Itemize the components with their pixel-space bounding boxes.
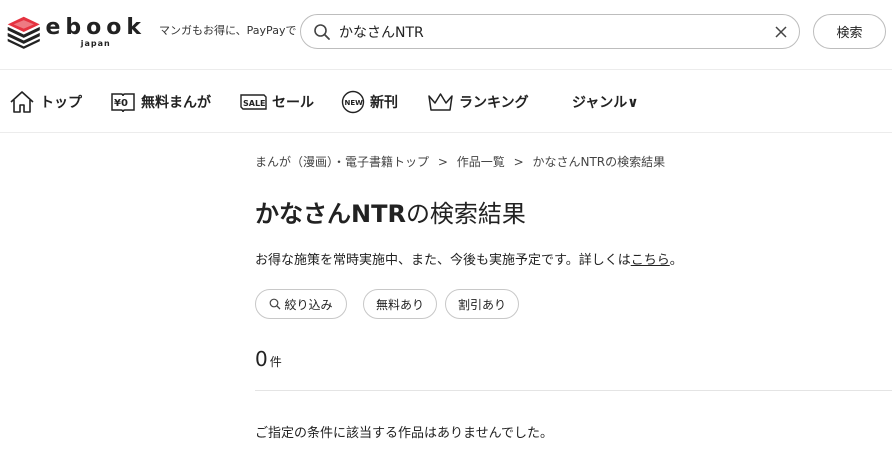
search-input[interactable] xyxy=(339,15,759,48)
clear-icon[interactable] xyxy=(773,24,789,40)
free-yen-icon: ¥0 xyxy=(111,93,135,113)
nav-item-top[interactable]: トップ xyxy=(9,89,82,115)
notice-link[interactable]: こちら xyxy=(631,253,670,268)
nav-label-sale: セール xyxy=(272,95,314,111)
sale-icon: SALE xyxy=(240,94,267,110)
search-icon xyxy=(270,298,281,310)
svg-text:¥0: ¥0 xyxy=(114,98,128,109)
notice-end: 。 xyxy=(669,253,683,268)
tagline: マンガもお得に、PayPayで xyxy=(159,24,297,37)
free-filter-chip[interactable]: 無料あり xyxy=(363,289,437,319)
crown-icon xyxy=(428,93,453,111)
breadcrumb: まんが（漫画）・電子書籍トップ > 作品一覧 > かなさんNTRの検索結果 xyxy=(255,153,665,170)
page-title: かなさんNTRの検索結果 xyxy=(255,194,526,229)
svg-text:NEW: NEW xyxy=(345,99,364,107)
ebookjapan-logo[interactable]: ebook japan xyxy=(6,10,146,54)
result-count-unit: 件 xyxy=(269,355,282,369)
result-count-number: 0 xyxy=(255,347,268,371)
nav-label-new: 新刊 xyxy=(370,95,398,111)
nav-item-free[interactable]: ¥0 無料まんが xyxy=(110,89,211,115)
nav-label-free: 無料まんが xyxy=(141,95,211,111)
discount-filter-label: 割引あり xyxy=(457,297,506,312)
svg-text:SALE: SALE xyxy=(243,99,266,108)
result-count: 0件 xyxy=(255,347,282,371)
nav-item-genre[interactable]: ジャンル∨ xyxy=(572,89,639,115)
nav-item-ranking[interactable]: ランキング xyxy=(427,89,529,115)
discount-filter-chip[interactable]: 割引あり xyxy=(445,289,519,319)
nav-item-sale[interactable]: SALE セール xyxy=(240,89,314,115)
home-icon xyxy=(10,91,34,113)
logo-books-icon xyxy=(7,16,40,49)
empty-results-message: ご指定の条件に該当する作品はありませんでした。 xyxy=(255,426,553,441)
breadcrumb-item-current: かなさんNTRの検索結果 xyxy=(532,155,666,169)
divider xyxy=(255,390,892,391)
nav-label-ranking: ランキング xyxy=(459,95,529,111)
filter-label: 絞り込み xyxy=(284,297,333,312)
main-nav: トップ ¥0 無料まんが SALE セール NEW 新刊 ランキング ジャンル∨ xyxy=(0,71,892,133)
header: ebook japan マンガもお得に、PayPayで 検索 xyxy=(0,0,892,70)
breadcrumb-separator: > xyxy=(513,155,524,169)
nav-label-genre: ジャンル∨ xyxy=(572,95,639,111)
logo-word: ebook xyxy=(45,14,146,40)
filter-button[interactable]: 絞り込み xyxy=(255,289,347,319)
search-button[interactable]: 検索 xyxy=(813,14,886,49)
logo-sub: japan xyxy=(80,38,111,48)
breadcrumb-item-top[interactable]: まんが（漫画）・電子書籍トップ xyxy=(255,155,429,169)
promo-notice: お得な施策を常時実施中、また、今後も実施予定です。詳しくはこちら。 xyxy=(255,249,683,268)
search-box xyxy=(300,14,800,49)
title-suffix: の検索結果 xyxy=(405,200,526,228)
free-filter-label: 無料あり xyxy=(375,297,424,312)
nav-item-new[interactable]: NEW 新刊 xyxy=(341,89,398,115)
notice-text: お得な施策を常時実施中、また、今後も実施予定です。詳しくは xyxy=(255,253,631,268)
nav-label-top: トップ xyxy=(40,95,82,111)
search-icon xyxy=(314,24,330,40)
breadcrumb-item-list[interactable]: 作品一覧 xyxy=(457,155,505,169)
breadcrumb-separator: > xyxy=(437,155,448,169)
new-icon: NEW xyxy=(341,90,365,114)
title-keyword: かなさんNTR xyxy=(255,200,406,228)
